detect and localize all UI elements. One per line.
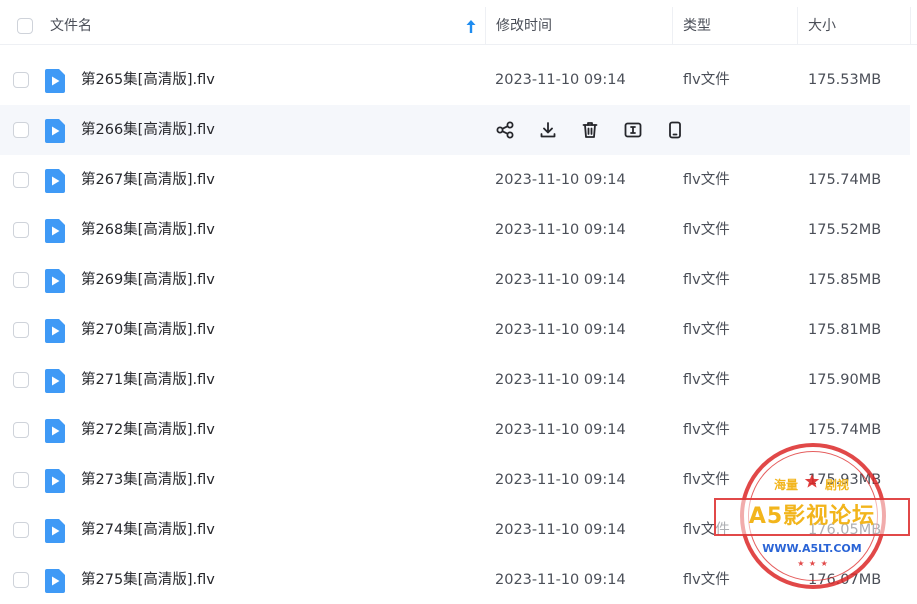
file-row[interactable]: 第271集[高清版].flv 2023-11-10 09:14 flv文件 17… [0, 355, 910, 405]
video-file-icon [45, 569, 65, 593]
video-file-icon [45, 119, 65, 143]
column-header-size[interactable]: 大小 [808, 7, 836, 45]
file-type: flv文件 [683, 272, 730, 288]
file-size: 175.74MB [808, 422, 882, 438]
row-checkbox[interactable] [13, 522, 29, 538]
file-size: 175.53MB [808, 72, 882, 88]
video-file-icon [45, 519, 65, 543]
row-checkbox[interactable] [13, 172, 29, 188]
file-type: flv文件 [683, 372, 730, 388]
file-modified-time: 2023-11-10 09:14 [495, 522, 626, 538]
file-size: 175.85MB [808, 272, 882, 288]
sort-ascending-icon[interactable] [466, 20, 476, 33]
file-row[interactable]: 第268集[高清版].flv 2023-11-10 09:14 flv文件 17… [0, 205, 910, 255]
row-checkbox[interactable] [13, 72, 29, 88]
file-size: 176.07MB [808, 572, 882, 588]
download-icon[interactable] [538, 120, 558, 140]
file-type: flv文件 [683, 422, 730, 438]
column-header-name[interactable]: 文件名 [50, 7, 92, 45]
column-header-time[interactable]: 修改时间 [496, 7, 552, 45]
file-row[interactable]: 第275集[高清版].flv 2023-11-10 09:14 flv文件 17… [0, 555, 910, 604]
file-row-hovered[interactable]: 第266集[高清版].flv [0, 105, 910, 155]
file-type: flv文件 [683, 322, 730, 338]
row-checkbox[interactable] [13, 472, 29, 488]
file-modified-time: 2023-11-10 09:14 [495, 72, 626, 88]
video-file-icon [45, 419, 65, 443]
file-modified-time: 2023-11-10 09:14 [495, 572, 626, 588]
video-file-icon [45, 319, 65, 343]
file-modified-time: 2023-11-10 09:14 [495, 472, 626, 488]
file-size: 176.05MB [808, 522, 882, 538]
column-header-type[interactable]: 类型 [683, 7, 711, 45]
row-checkbox[interactable] [13, 222, 29, 238]
row-checkbox[interactable] [13, 272, 29, 288]
video-file-icon [45, 469, 65, 493]
file-size: 175.90MB [808, 372, 882, 388]
select-all-checkbox[interactable] [17, 18, 33, 34]
file-modified-time: 2023-11-10 09:14 [495, 172, 626, 188]
file-modified-time: 2023-11-10 09:14 [495, 222, 626, 238]
file-name[interactable]: 第269集[高清版].flv [81, 255, 215, 305]
file-name[interactable]: 第268集[高清版].flv [81, 205, 215, 255]
column-divider[interactable] [485, 7, 486, 45]
phone-icon[interactable] [665, 120, 685, 140]
row-checkbox[interactable] [13, 422, 29, 438]
share-icon[interactable] [495, 120, 515, 140]
file-name[interactable]: 第274集[高清版].flv [81, 505, 215, 555]
file-name[interactable]: 第265集[高清版].flv [81, 55, 215, 105]
file-size: 175.93MB [808, 472, 882, 488]
file-type: flv文件 [683, 572, 730, 588]
file-list-header: 文件名 修改时间 类型 大小 [0, 7, 917, 45]
video-file-icon [45, 219, 65, 243]
row-checkbox[interactable] [13, 322, 29, 338]
file-row[interactable]: 第265集[高清版].flv 2023-11-10 09:14 flv文件 17… [0, 55, 910, 105]
column-divider [910, 7, 911, 45]
file-size: 175.74MB [808, 172, 882, 188]
file-name[interactable]: 第270集[高清版].flv [81, 305, 215, 355]
file-size: 175.52MB [808, 222, 882, 238]
column-divider[interactable] [797, 7, 798, 45]
file-name[interactable]: 第267集[高清版].flv [81, 155, 215, 205]
file-type: flv文件 [683, 72, 730, 88]
video-file-icon [45, 169, 65, 193]
rename-icon[interactable] [623, 120, 643, 140]
file-row[interactable]: 第272集[高清版].flv 2023-11-10 09:14 flv文件 17… [0, 405, 910, 455]
file-modified-time: 2023-11-10 09:14 [495, 272, 626, 288]
file-modified-time: 2023-11-10 09:14 [495, 422, 626, 438]
column-divider[interactable] [672, 7, 673, 45]
row-checkbox[interactable] [13, 372, 29, 388]
file-size: 175.81MB [808, 322, 882, 338]
file-name[interactable]: 第272集[高清版].flv [81, 405, 215, 455]
video-file-icon [45, 269, 65, 293]
file-modified-time: 2023-11-10 09:14 [495, 372, 626, 388]
file-type: flv文件 [683, 522, 730, 538]
video-file-icon [45, 69, 65, 93]
file-row[interactable]: 第274集[高清版].flv 2023-11-10 09:14 flv文件 17… [0, 505, 910, 555]
file-modified-time: 2023-11-10 09:14 [495, 322, 626, 338]
row-checkbox[interactable] [13, 122, 29, 138]
file-type: flv文件 [683, 172, 730, 188]
file-name[interactable]: 第266集[高清版].flv [81, 105, 215, 155]
file-name[interactable]: 第273集[高清版].flv [81, 455, 215, 505]
delete-icon[interactable] [580, 120, 600, 140]
row-checkbox[interactable] [13, 572, 29, 588]
file-name[interactable]: 第271集[高清版].flv [81, 355, 215, 405]
video-file-icon [45, 369, 65, 393]
file-type: flv文件 [683, 472, 730, 488]
file-row[interactable]: 第267集[高清版].flv 2023-11-10 09:14 flv文件 17… [0, 155, 910, 205]
file-row[interactable]: 第270集[高清版].flv 2023-11-10 09:14 flv文件 17… [0, 305, 910, 355]
file-row[interactable]: 第269集[高清版].flv 2023-11-10 09:14 flv文件 17… [0, 255, 910, 305]
file-type: flv文件 [683, 222, 730, 238]
file-row[interactable]: 第273集[高清版].flv 2023-11-10 09:14 flv文件 17… [0, 455, 910, 505]
file-name[interactable]: 第275集[高清版].flv [81, 555, 215, 604]
